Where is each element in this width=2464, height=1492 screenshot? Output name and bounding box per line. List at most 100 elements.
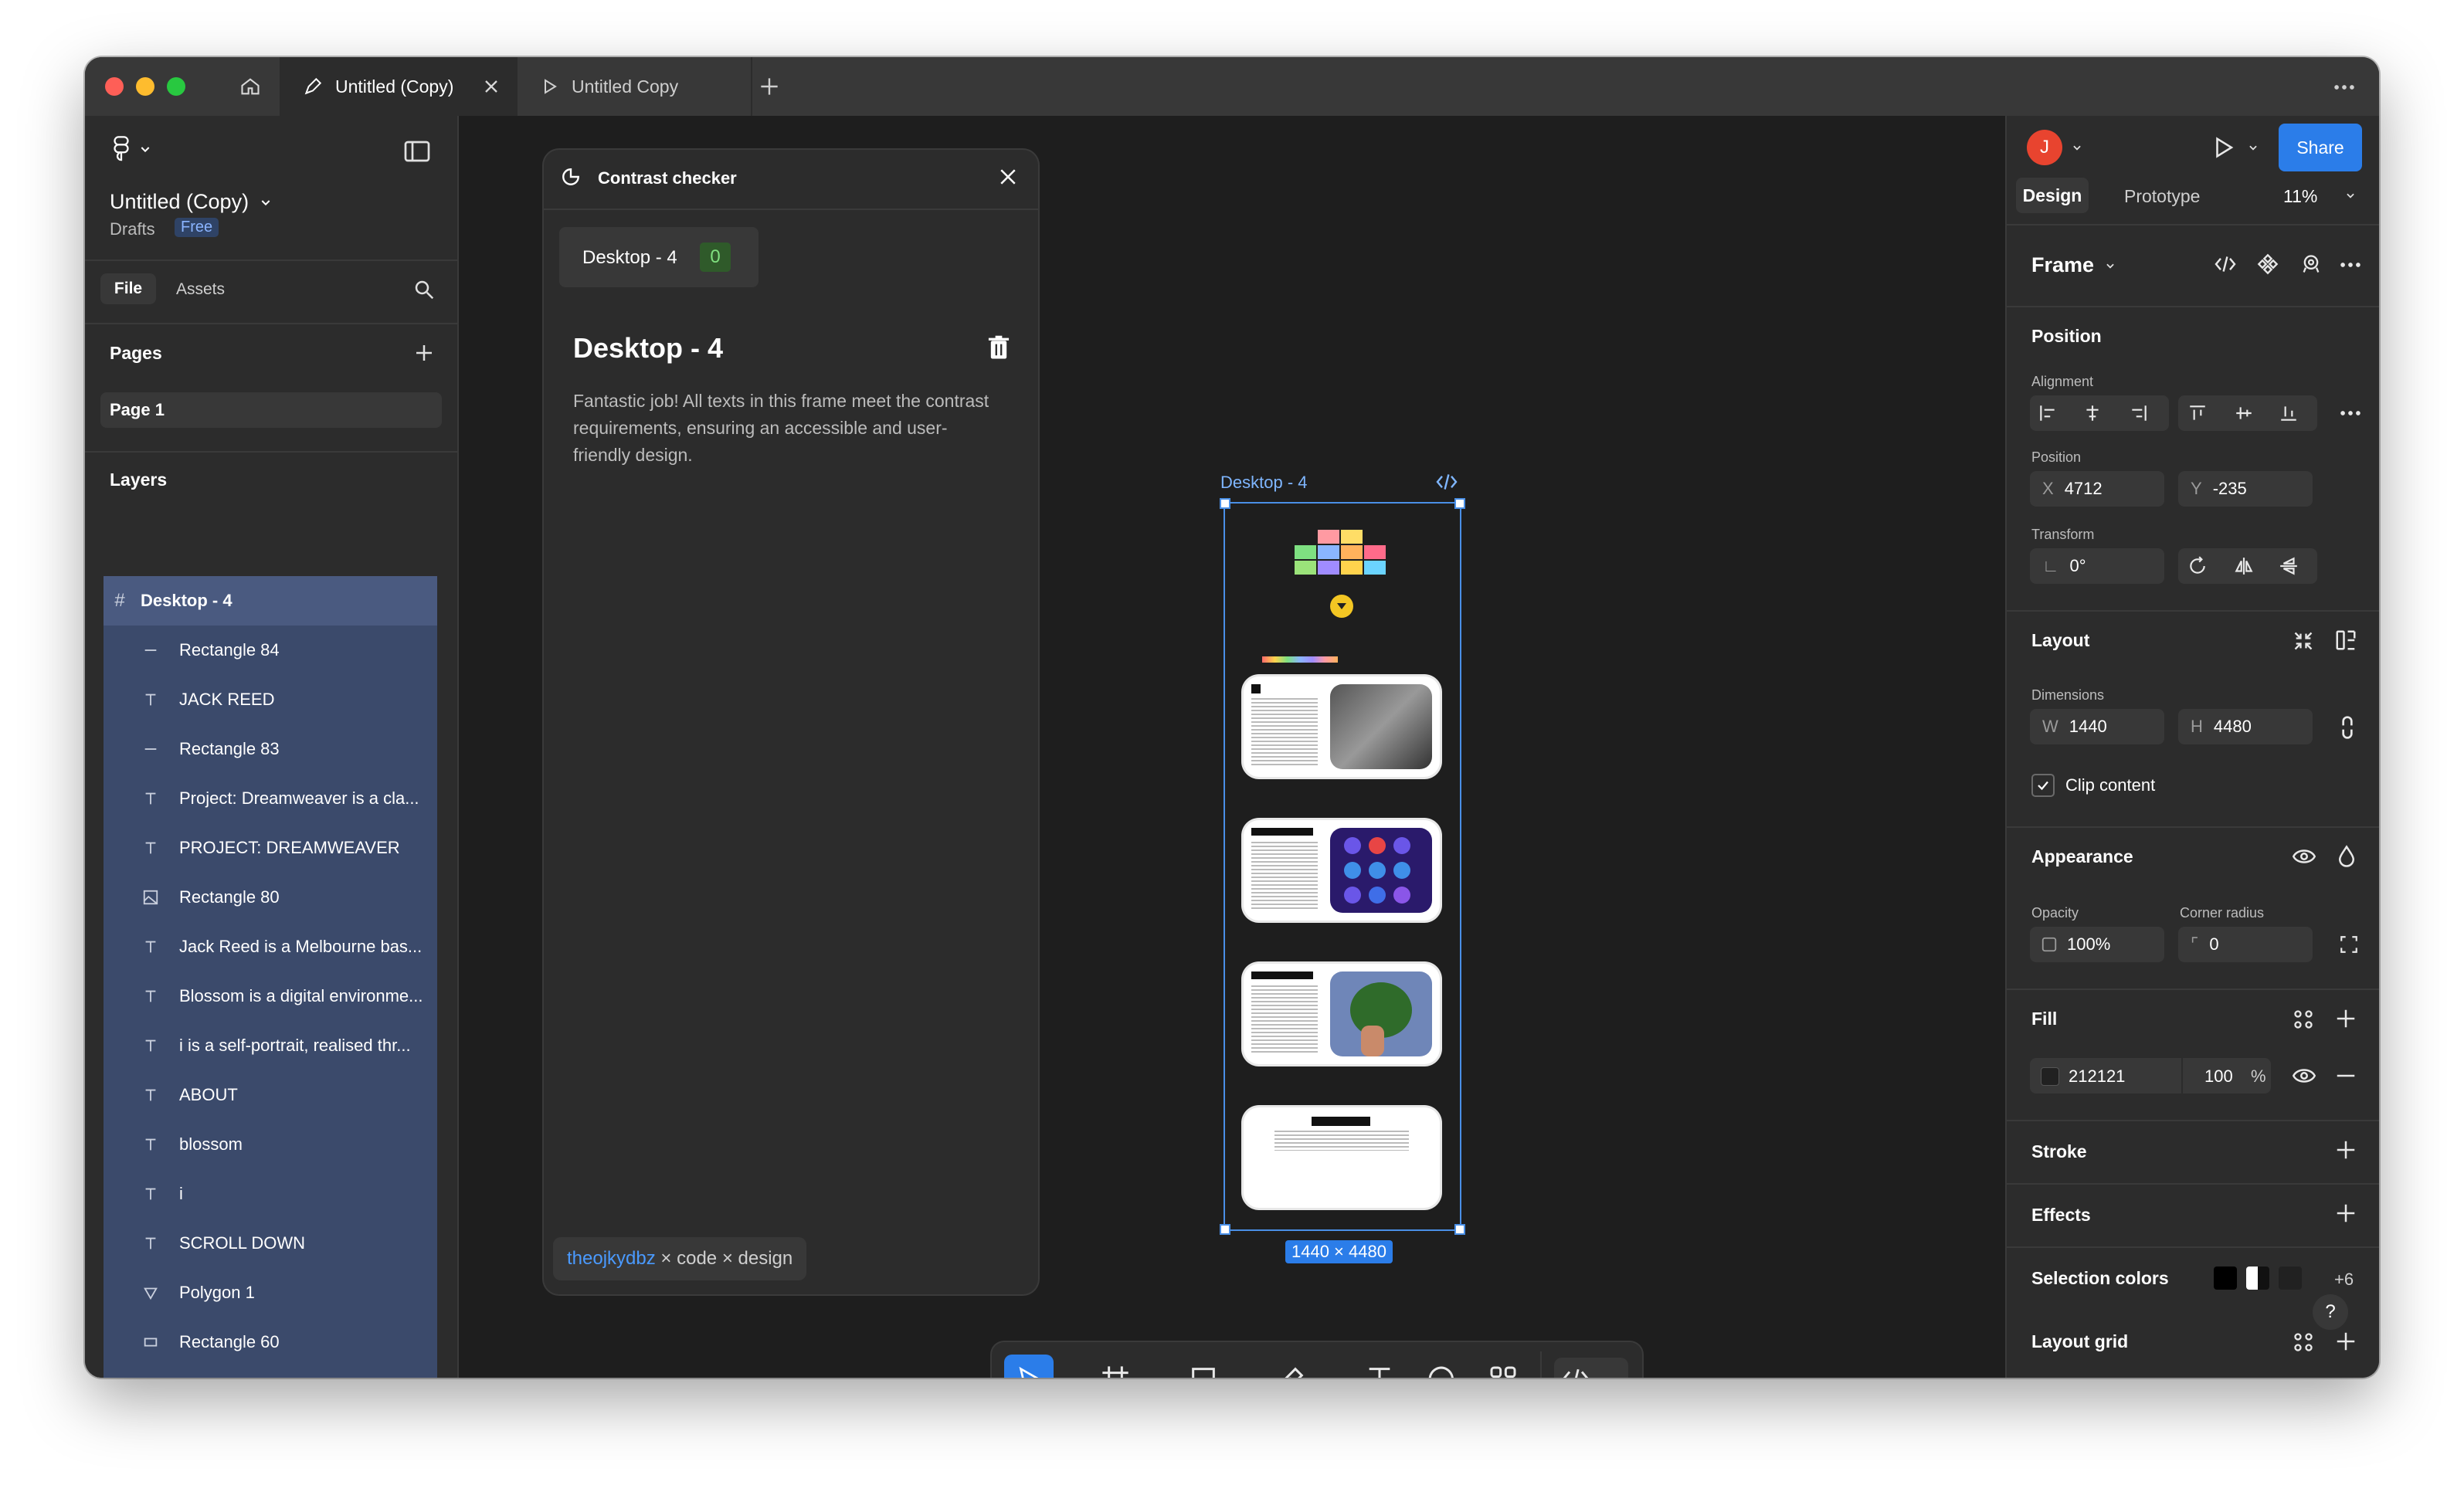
align-center-horizontal-icon[interactable] bbox=[2082, 403, 2103, 423]
tab-prototype[interactable]: Prototype bbox=[2124, 186, 2200, 207]
chevron-down-icon[interactable] bbox=[1324, 1375, 1335, 1378]
tab-assets[interactable]: Assets bbox=[176, 280, 225, 299]
blend-mode-icon[interactable] bbox=[2337, 845, 2356, 868]
frame-desktop-4[interactable] bbox=[1220, 498, 1465, 1235]
frame-type-menu[interactable]: Frame bbox=[2031, 253, 2116, 277]
eye-icon[interactable] bbox=[2293, 846, 2316, 866]
selection-color-swatch[interactable] bbox=[2279, 1267, 2302, 1290]
align-left-icon[interactable] bbox=[2038, 403, 2058, 423]
layer-item[interactable]: Rectangle 80 bbox=[104, 873, 437, 922]
chevron-down-icon[interactable] bbox=[1236, 1375, 1247, 1378]
flip-vertical-icon[interactable] bbox=[2279, 556, 2299, 576]
present-play-icon[interactable] bbox=[2211, 134, 2237, 161]
layer-item[interactable]: Polygon 1 bbox=[104, 1268, 437, 1317]
height-field[interactable]: H 4480 bbox=[2178, 709, 2313, 744]
eye-icon[interactable] bbox=[2293, 1066, 2316, 1086]
chevron-down-icon[interactable] bbox=[2248, 142, 2259, 153]
tab-untitled-copy-prototype[interactable]: Untitled Copy bbox=[519, 57, 752, 116]
component-icon[interactable] bbox=[2257, 253, 2279, 275]
chevron-down-icon[interactable] bbox=[1060, 1375, 1071, 1378]
align-middle-icon[interactable] bbox=[2234, 403, 2254, 423]
add-page-icon[interactable] bbox=[412, 341, 436, 365]
page-item-page-1[interactable]: Page 1 bbox=[100, 392, 442, 428]
move-tool-button[interactable] bbox=[1004, 1355, 1054, 1378]
comment-tool-icon[interactable] bbox=[1426, 1364, 1457, 1378]
chevron-down-icon[interactable] bbox=[1148, 1375, 1159, 1378]
layer-frame-desktop-4[interactable]: # Desktop - 4 bbox=[104, 576, 437, 626]
rotation-field[interactable]: ∟ 0° bbox=[2030, 548, 2164, 584]
minimize-window-button[interactable] bbox=[136, 77, 154, 96]
x-position-field[interactable]: X 4712 bbox=[2030, 471, 2164, 507]
resize-handle[interactable] bbox=[1220, 498, 1230, 509]
tab-file[interactable]: File bbox=[100, 273, 156, 304]
constrain-proportions-icon[interactable] bbox=[2339, 715, 2356, 740]
layer-item[interactable]: i is a self-portrait, realised thr... bbox=[104, 1021, 437, 1070]
help-button[interactable]: ? bbox=[2313, 1294, 2348, 1330]
layer-item[interactable]: Jack Reed is a Melbourne bas... bbox=[104, 922, 437, 971]
chevron-down-icon[interactable] bbox=[2072, 142, 2082, 153]
add-layout-grid-icon[interactable] bbox=[2334, 1330, 2357, 1353]
auto-layout-icon[interactable] bbox=[2334, 629, 2357, 652]
resize-handle[interactable] bbox=[1454, 498, 1465, 509]
selection-color-swatch[interactable] bbox=[2246, 1267, 2269, 1290]
selection-color-swatch[interactable] bbox=[2214, 1267, 2237, 1290]
fill-row[interactable]: 212121 100 % bbox=[2030, 1058, 2271, 1094]
layer-item[interactable]: Line 15 bbox=[104, 1367, 437, 1378]
styles-icon[interactable] bbox=[2293, 1331, 2314, 1353]
add-stroke-icon[interactable] bbox=[2334, 1138, 2357, 1161]
align-right-icon[interactable] bbox=[2129, 403, 2149, 423]
code-icon[interactable] bbox=[1435, 473, 1458, 491]
layer-item[interactable]: i bbox=[104, 1169, 437, 1219]
layer-item[interactable]: JACK REED bbox=[104, 675, 437, 724]
flip-horizontal-icon[interactable] bbox=[2234, 556, 2254, 576]
layer-item[interactable]: Project: Dreamweaver is a cla... bbox=[104, 774, 437, 823]
remove-fill-icon[interactable] bbox=[2334, 1064, 2357, 1087]
maximize-window-button[interactable] bbox=[167, 77, 185, 96]
components-tool-icon[interactable] bbox=[1488, 1364, 1519, 1378]
text-tool-icon[interactable] bbox=[1364, 1364, 1395, 1378]
independent-corners-icon[interactable] bbox=[2339, 934, 2359, 955]
close-icon[interactable] bbox=[996, 165, 1020, 188]
resize-handle[interactable] bbox=[1220, 1224, 1230, 1235]
pen-tool-icon[interactable] bbox=[1276, 1364, 1307, 1378]
avatar[interactable]: J bbox=[2027, 130, 2062, 165]
close-window-button[interactable] bbox=[105, 77, 124, 96]
collapse-icon[interactable] bbox=[2293, 630, 2314, 652]
styles-icon[interactable] bbox=[2293, 1009, 2314, 1030]
opacity-field[interactable]: 100% bbox=[2030, 927, 2164, 962]
frame-chip[interactable]: Desktop - 4 0 bbox=[559, 227, 759, 287]
layer-item[interactable]: SCROLL DOWN bbox=[104, 1219, 437, 1268]
mask-icon[interactable] bbox=[2300, 253, 2322, 275]
add-fill-icon[interactable] bbox=[2334, 1007, 2357, 1030]
clip-content-checkbox[interactable] bbox=[2031, 774, 2055, 797]
align-top-icon[interactable] bbox=[2187, 403, 2208, 423]
align-bottom-icon[interactable] bbox=[2279, 403, 2299, 423]
sidebar-toggle-icon[interactable] bbox=[403, 139, 431, 164]
plugin-footer[interactable]: theojkydbz × code × design bbox=[553, 1237, 807, 1280]
layer-item[interactable]: ABOUT bbox=[104, 1070, 437, 1120]
rectangle-tool-icon[interactable] bbox=[1188, 1364, 1219, 1378]
frame-tool-icon[interactable] bbox=[1100, 1364, 1131, 1378]
layer-item[interactable]: blossom bbox=[104, 1120, 437, 1169]
zoom-level[interactable]: 11% bbox=[2283, 186, 2317, 207]
home-button[interactable] bbox=[221, 57, 281, 116]
tab-untitled-copy[interactable]: Untitled (Copy) bbox=[281, 57, 518, 116]
dev-mode-toggle[interactable] bbox=[1554, 1358, 1628, 1378]
trash-icon[interactable] bbox=[987, 335, 1010, 360]
fill-opacity-value[interactable]: 100 bbox=[2204, 1066, 2233, 1087]
layer-item[interactable]: PROJECT: DREAMWEAVER bbox=[104, 823, 437, 873]
width-field[interactable]: W 1440 bbox=[2030, 709, 2164, 744]
close-tab-icon[interactable] bbox=[480, 76, 502, 97]
layer-item[interactable]: Rectangle 83 bbox=[104, 724, 437, 774]
chevron-down-icon[interactable] bbox=[2345, 190, 2356, 201]
more-icon[interactable] bbox=[2337, 400, 2364, 426]
add-effect-icon[interactable] bbox=[2334, 1202, 2357, 1225]
file-name-menu[interactable]: Untitled (Copy) bbox=[110, 190, 272, 214]
new-tab-icon[interactable] bbox=[757, 74, 782, 99]
more-icon[interactable] bbox=[2331, 74, 2357, 100]
fill-hex-value[interactable]: 212121 bbox=[2069, 1066, 2125, 1087]
main-menu-button[interactable] bbox=[111, 136, 151, 162]
corner-radius-field[interactable]: ⌜ 0 bbox=[2178, 927, 2313, 962]
y-position-field[interactable]: Y -235 bbox=[2178, 471, 2313, 507]
layer-item[interactable]: Blossom is a digital environme... bbox=[104, 971, 437, 1021]
